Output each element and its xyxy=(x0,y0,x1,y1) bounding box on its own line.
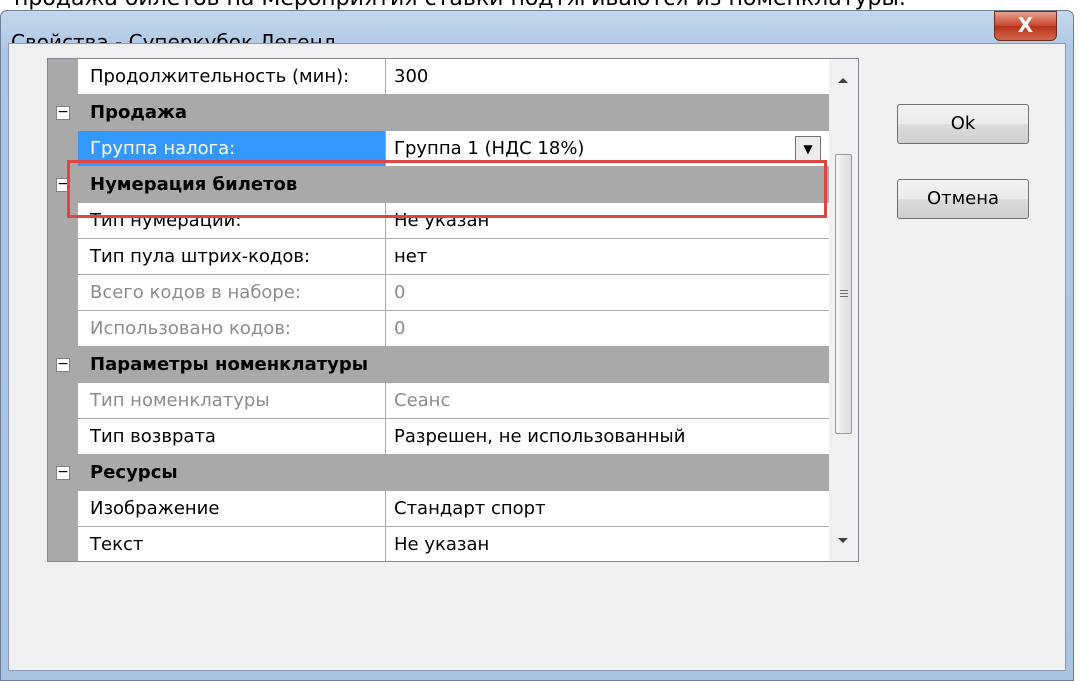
category-ticket-numbering[interactable]: − Нумерация билетов xyxy=(48,167,829,203)
collapse-icon[interactable]: − xyxy=(56,465,70,480)
cancel-button[interactable]: Отмена xyxy=(897,179,1029,219)
row-gutter xyxy=(48,383,78,419)
property-value[interactable]: Не указан xyxy=(386,203,829,239)
row-gutter xyxy=(48,239,78,275)
property-label: Тип возврата xyxy=(78,419,386,455)
grip-line xyxy=(840,296,848,297)
category-label: Продажа xyxy=(90,102,188,123)
category-nomenclature-params[interactable]: − Параметры номенклатуры xyxy=(48,347,829,383)
scroll-down-icon[interactable] xyxy=(838,538,848,543)
row-gutter xyxy=(48,203,78,239)
property-row-tax-group[interactable]: Группа налога: Группа 1 (НДС 18%) ▼ xyxy=(48,131,829,167)
row-gutter xyxy=(48,419,78,455)
category-sale[interactable]: − Продажа xyxy=(48,95,829,131)
property-value[interactable]: нет xyxy=(386,239,829,275)
property-value[interactable]: 300 xyxy=(386,59,829,95)
property-row-return-type[interactable]: Тип возврата Разрешен, не использованный xyxy=(48,419,829,455)
collapse-icon[interactable]: − xyxy=(56,357,70,372)
scrollbar-thumb[interactable] xyxy=(835,154,852,434)
property-row-text[interactable]: Текст Не указан xyxy=(48,527,829,561)
property-label: Группа налога: xyxy=(78,131,386,167)
category-resources[interactable]: − Ресурсы xyxy=(48,455,829,491)
scroll-up-icon[interactable] xyxy=(838,78,848,83)
dropdown-button[interactable]: ▼ xyxy=(795,136,821,162)
property-label: Всего кодов в наборе: xyxy=(78,275,386,311)
grip-line xyxy=(840,293,848,294)
grip-line xyxy=(840,290,848,291)
category-label: Нумерация билетов xyxy=(90,174,298,195)
close-button[interactable]: X xyxy=(994,11,1057,41)
property-row-nomenclature-type: Тип номенклатуры Сеанс xyxy=(48,383,829,419)
property-label: Текст xyxy=(78,527,386,561)
property-value[interactable]: Разрешен, не использованный xyxy=(386,419,829,455)
property-label: Тип номенклатуры xyxy=(78,383,386,419)
property-row-total-codes: Всего кодов в наборе: 0 xyxy=(48,275,829,311)
row-gutter xyxy=(48,491,78,527)
property-value: Сеанс xyxy=(386,383,829,419)
property-value: 0 xyxy=(386,275,829,311)
property-value: 0 xyxy=(386,311,829,347)
close-icon: X xyxy=(1017,13,1034,37)
property-value[interactable]: Стандарт спорт xyxy=(386,491,829,527)
row-gutter xyxy=(48,311,78,347)
property-row-barcode-pool[interactable]: Тип пула штрих-кодов: нет xyxy=(48,239,829,275)
row-gutter xyxy=(48,59,78,95)
property-row-image[interactable]: Изображение Стандарт спорт xyxy=(48,491,829,527)
category-label: Ресурсы xyxy=(90,462,178,483)
property-label: Продолжительность (мин): xyxy=(78,59,386,95)
collapse-icon[interactable]: − xyxy=(56,105,70,120)
property-label: Тип пула штрих-кодов: xyxy=(78,239,386,275)
vertical-scrollbar[interactable] xyxy=(829,59,858,561)
property-label: Тип нумерации: xyxy=(78,203,386,239)
row-gutter xyxy=(48,275,78,311)
property-row-numbering-type[interactable]: Тип нумерации: Не указан xyxy=(48,203,829,239)
category-label: Параметры номенклатуры xyxy=(90,354,369,375)
row-gutter xyxy=(48,131,78,167)
row-gutter xyxy=(48,527,78,561)
property-label: Использовано кодов: xyxy=(78,311,386,347)
chevron-down-icon: ▼ xyxy=(803,142,813,156)
property-label: Изображение xyxy=(78,491,386,527)
ok-button[interactable]: Ok xyxy=(897,104,1029,144)
property-row-duration[interactable]: Продолжительность (мин): 300 xyxy=(48,59,829,95)
property-row-used-codes: Использовано кодов: 0 xyxy=(48,311,829,347)
collapse-icon[interactable]: − xyxy=(56,177,70,192)
property-value[interactable]: Не указан xyxy=(386,527,829,561)
tax-group-value: Группа 1 (НДС 18%) xyxy=(394,138,585,159)
tax-group-select[interactable]: Группа 1 (НДС 18%) ▼ xyxy=(386,131,829,167)
property-grid[interactable]: Продолжительность (мин): 300 − Продажа Г… xyxy=(47,58,859,562)
